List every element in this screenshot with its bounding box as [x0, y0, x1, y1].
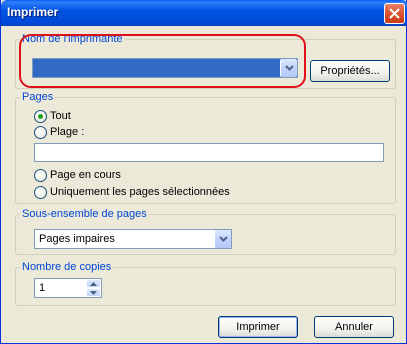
subset-select-arrow[interactable]: [214, 230, 231, 248]
copies-group-legend: Nombre de copies: [22, 261, 112, 273]
spin-up-button[interactable]: [86, 279, 101, 288]
close-icon: [389, 8, 400, 19]
chevron-down-icon: [219, 236, 228, 242]
cancel-button[interactable]: Annuler: [314, 316, 394, 338]
radio-all-label: Tout: [50, 110, 71, 122]
window-title: Imprimer: [7, 5, 59, 19]
properties-button[interactable]: Propriétés...: [310, 60, 390, 82]
printer-select-arrow[interactable]: [280, 59, 297, 77]
spin-up-icon: [90, 282, 97, 286]
radio-current-page-label: Page en cours: [50, 169, 121, 181]
dialog-body: Nom de l'imprimante Propriétés... Pages …: [1, 26, 406, 343]
radio-current-page[interactable]: Page en cours: [34, 168, 184, 184]
radio-selected-pages-label: Uniquement les pages sélectionnées: [50, 186, 230, 198]
print-button[interactable]: Imprimer: [218, 316, 298, 338]
subset-group-legend: Sous-ensemble de pages: [22, 208, 147, 220]
range-input[interactable]: [34, 143, 384, 162]
radio-all[interactable]: Tout: [34, 109, 154, 125]
copies-spinner[interactable]: 1: [34, 278, 102, 298]
subset-select-value: Pages impaires: [39, 233, 115, 245]
printer-group-legend: Nom de l'imprimante: [22, 33, 123, 45]
spin-down-button[interactable]: [86, 288, 101, 297]
copies-spin-buttons: [86, 279, 101, 297]
copies-value: 1: [39, 282, 46, 294]
printer-select[interactable]: [32, 58, 298, 78]
radio-selected-pages[interactable]: Uniquement les pages sélectionnées: [34, 185, 254, 201]
radio-range-button[interactable]: [34, 126, 47, 139]
spin-down-icon: [90, 291, 97, 295]
title-bar[interactable]: Imprimer: [1, 0, 407, 26]
subset-select[interactable]: Pages impaires: [34, 229, 232, 249]
radio-all-button[interactable]: [34, 110, 47, 123]
print-dialog: Imprimer Nom de l'imprimante Propriétés.…: [0, 0, 407, 344]
radio-range[interactable]: Plage :: [34, 125, 154, 141]
close-button[interactable]: [384, 3, 405, 24]
chevron-down-icon: [285, 65, 294, 71]
pages-group-legend: Pages: [22, 91, 54, 103]
radio-selected-pages-button[interactable]: [34, 186, 47, 199]
radio-current-page-button[interactable]: [34, 169, 47, 182]
radio-range-label: Plage :: [50, 126, 85, 138]
